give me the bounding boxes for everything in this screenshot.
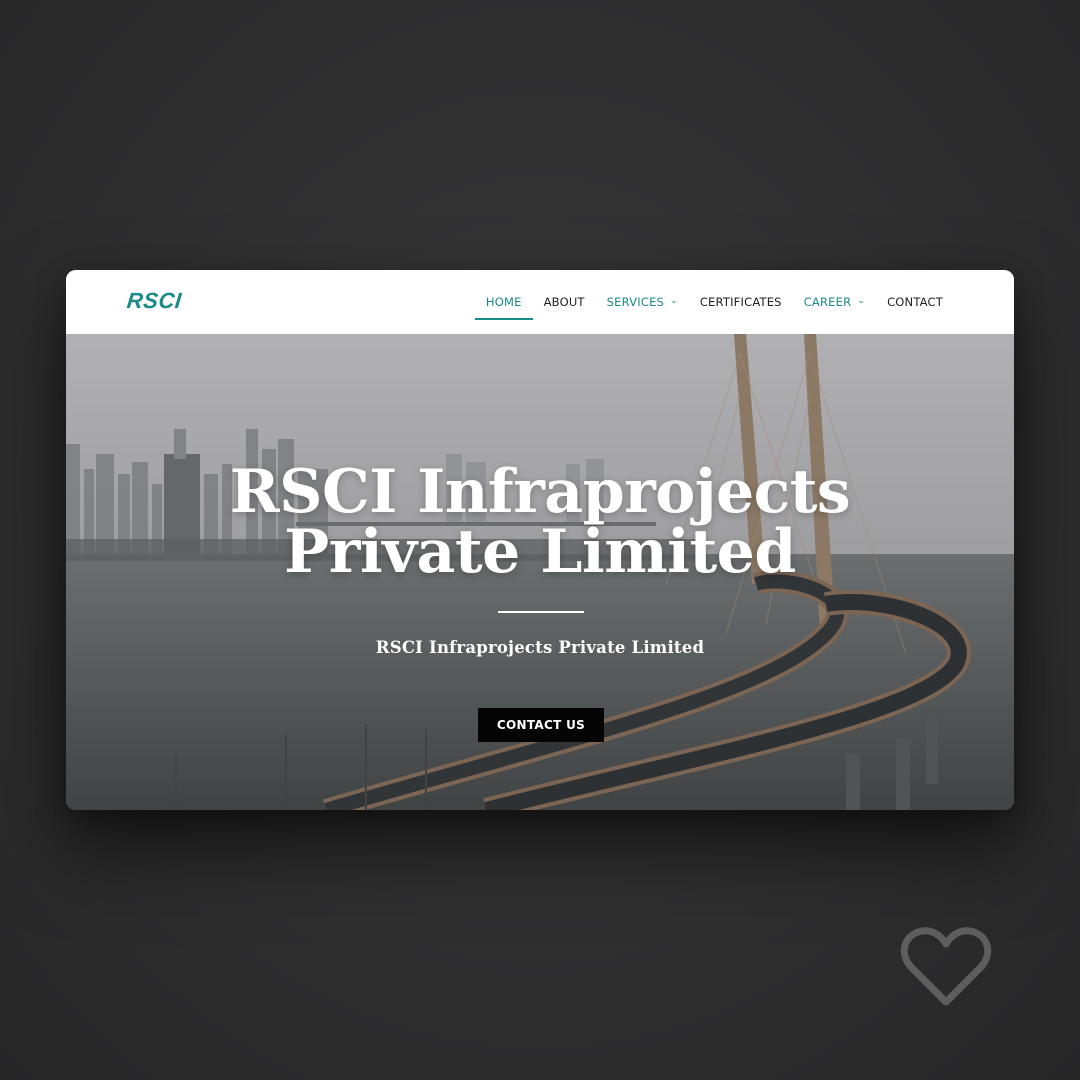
nav-item-services[interactable]: SERVICES ⌄ [596,270,689,334]
nav-item-home[interactable]: HOME [474,270,533,334]
nav-item-about[interactable]: ABOUT [533,270,596,334]
site-header: RSCI HOME ABOUT SERVICES ⌄ CERTIFICATES … [66,270,1014,334]
hero-divider [498,611,584,613]
nav-item-career[interactable]: CAREER ⌄ [793,270,876,334]
website-preview: RSCI HOME ABOUT SERVICES ⌄ CERTIFICATES … [66,270,1014,810]
contact-us-button[interactable]: CONTACT US [478,708,604,742]
chevron-down-icon: ⌄ [670,296,678,306]
hero-title: RSCI Infraprojects Private Limited [66,462,1014,582]
chevron-down-icon: ⌄ [857,296,866,306]
hero-title-line-2: Private Limited [284,517,796,587]
nav-item-label: HOME [485,295,522,309]
nav-item-label: CAREER [803,295,852,309]
nav-item-label: CERTIFICATES [699,295,782,309]
nav-item-label: CONTACT [887,295,943,309]
nav-item-certificates[interactable]: CERTIFICATES [689,270,793,334]
hero-subtitle: RSCI Infraprojects Private Limited [375,638,705,657]
hero-section: RSCI Infraprojects Private Limited RSCI … [66,334,1014,810]
site-logo[interactable]: RSCI [126,288,183,314]
main-nav: HOME ABOUT SERVICES ⌄ CERTIFICATES CAREE… [474,270,954,334]
nav-item-contact[interactable]: CONTACT [876,270,954,334]
nav-item-label: SERVICES [606,295,665,309]
heart-outline-icon[interactable] [900,926,992,1008]
nav-item-label: ABOUT [543,295,585,309]
